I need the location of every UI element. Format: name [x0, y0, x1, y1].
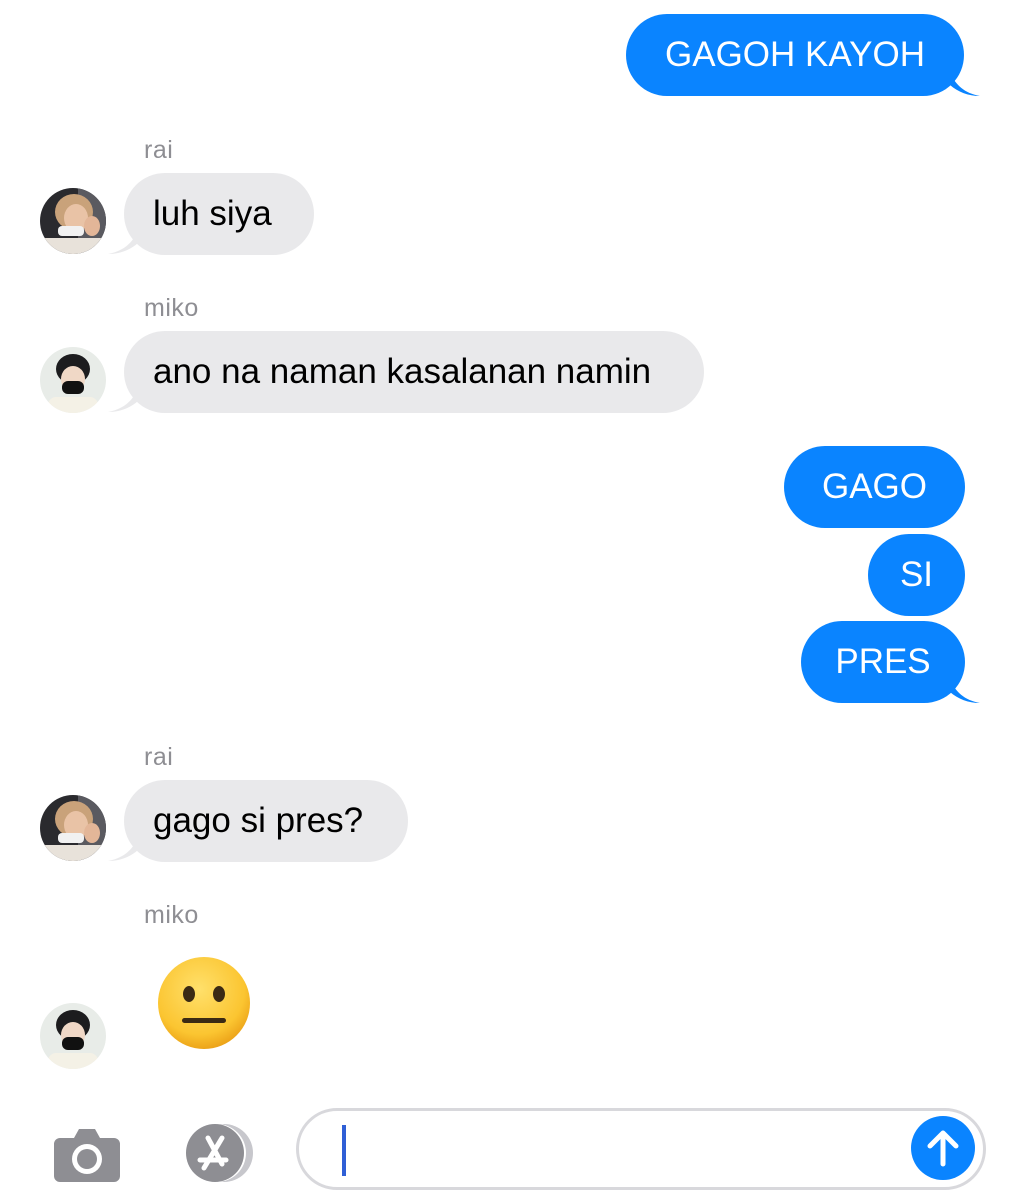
bubble-tail	[108, 231, 138, 254]
sender-name: miko	[144, 294, 199, 322]
bubble-tail	[950, 680, 980, 703]
incoming-message-bubble[interactable]: gago si pres?	[124, 780, 408, 862]
app-store-button[interactable]	[172, 1122, 258, 1189]
sender-name: rai	[144, 743, 174, 771]
message-text: PRES	[835, 642, 931, 681]
message-text: gago si pres?	[153, 801, 364, 840]
outgoing-message-bubble[interactable]: SI	[868, 534, 965, 616]
incoming-message-bubble[interactable]: ano na naman kasalanan namin	[124, 331, 704, 413]
bubble-tail	[108, 389, 138, 412]
message-text-input[interactable]	[355, 1111, 903, 1187]
avatar-rai[interactable]	[40, 188, 106, 254]
incoming-message-bubble[interactable]: luh siya	[124, 173, 314, 255]
message-text: luh siya	[153, 194, 272, 233]
bubble-tail	[108, 838, 138, 861]
text-caret	[342, 1125, 346, 1176]
app-store-icon	[186, 1124, 253, 1182]
bubble-tail	[950, 73, 980, 96]
send-button[interactable]	[911, 1116, 975, 1180]
avatar-rai[interactable]	[40, 795, 106, 861]
camera-icon	[54, 1129, 120, 1182]
camera-button[interactable]	[52, 1124, 122, 1189]
arrow-up-icon	[927, 1130, 959, 1167]
neutral-face-emoji[interactable]	[157, 956, 251, 1050]
avatar-miko[interactable]	[40, 347, 106, 413]
message-text: GAGO	[821, 467, 928, 506]
message-text: ano na naman kasalanan namin	[153, 352, 652, 391]
sender-name: rai	[144, 136, 174, 164]
sender-name: miko	[144, 901, 199, 929]
message-text: GAGOH KAYOH	[665, 35, 925, 74]
outgoing-message-bubble[interactable]: GAGOH KAYOH	[626, 14, 964, 96]
outgoing-message-bubble[interactable]: GAGO	[784, 446, 965, 528]
message-input[interactable]	[296, 1108, 986, 1190]
avatar-miko[interactable]	[40, 1003, 106, 1069]
outgoing-message-bubble[interactable]: PRES	[801, 621, 965, 703]
message-text: SI	[899, 555, 934, 594]
